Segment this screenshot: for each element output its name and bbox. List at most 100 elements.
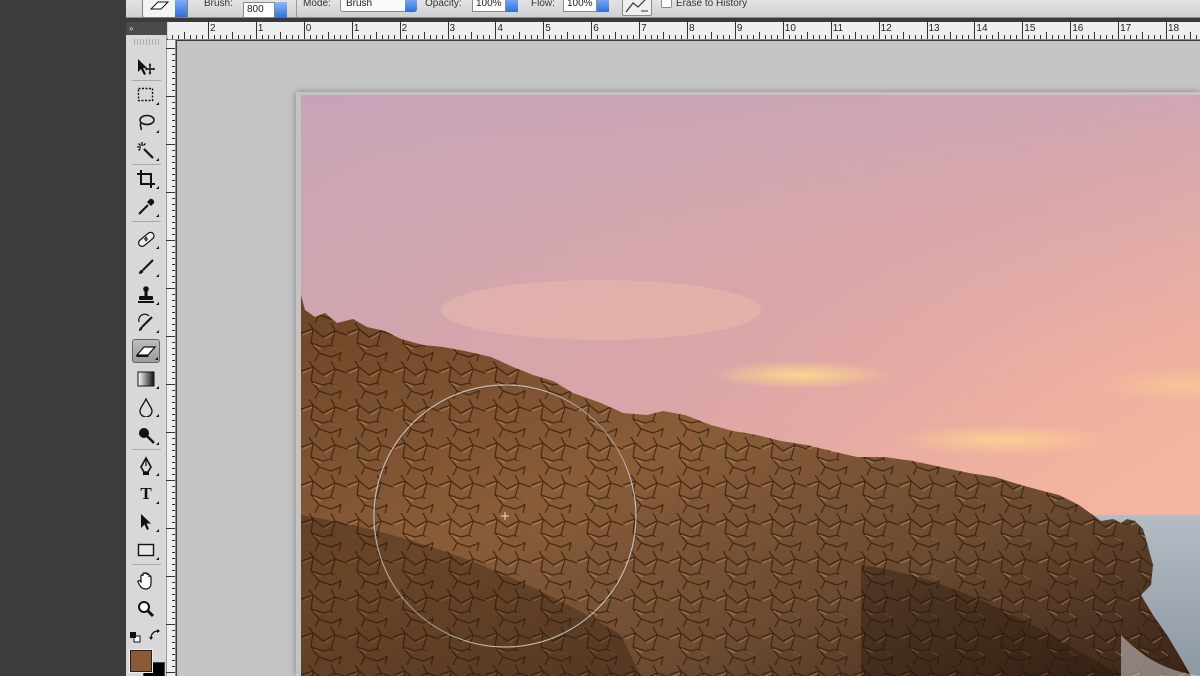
ruler-tick (172, 306, 175, 307)
ruler-tick (291, 35, 293, 39)
ruler-tick (208, 21, 209, 39)
ruler-tick (1177, 35, 1179, 39)
lasso-icon (139, 114, 155, 131)
eraser-tool[interactable] (132, 339, 160, 363)
brush-size-value: 800 (247, 4, 264, 15)
ruler-tick (172, 60, 175, 61)
toolbox-grip[interactable] (134, 39, 159, 45)
ruler-tick (172, 558, 175, 559)
ruler-tick (848, 35, 850, 39)
blur-tool[interactable] (132, 395, 160, 419)
ruler-tick (172, 174, 175, 175)
ruler-tick (639, 21, 641, 39)
brush-tool[interactable] (132, 255, 160, 279)
move-tool[interactable] (132, 55, 160, 79)
ruler-tick (172, 35, 174, 39)
ruler-tick (297, 35, 299, 39)
ruler-tick (231, 32, 233, 39)
erase-to-history-checkbox[interactable] (661, 0, 672, 8)
ruler-tick (788, 35, 790, 39)
ruler-tick (172, 570, 175, 571)
ruler-tick (752, 35, 754, 39)
ruler-tick (172, 114, 175, 115)
toolbox-header[interactable]: » (126, 22, 167, 35)
flyout-indicator-icon (156, 130, 159, 133)
dodge-tool[interactable] (132, 423, 160, 447)
ruler-tick (172, 666, 175, 667)
ruler-tick (405, 35, 407, 39)
hand-icon (137, 572, 152, 590)
ruler-tick (172, 648, 175, 649)
shape-tool[interactable] (132, 538, 160, 562)
ruler-tick (1082, 35, 1084, 39)
tool-preset-picker[interactable] (142, 0, 188, 18)
ruler-tick (956, 35, 958, 39)
ruler-label: 2 (401, 23, 408, 34)
pen-tool[interactable] (132, 454, 160, 478)
ruler-tick (764, 35, 766, 39)
foreground-color-swatch[interactable] (129, 649, 153, 673)
ruler-tick (938, 35, 940, 39)
vertical-ruler[interactable] (166, 40, 176, 676)
type-icon: T (140, 484, 152, 503)
ruler-tick (1195, 35, 1197, 39)
ruler-tick (1118, 21, 1120, 39)
ruler-tick (657, 35, 659, 39)
ruler-tick (1124, 35, 1126, 39)
default-colors-button[interactable] (129, 630, 141, 648)
ruler-tick (1058, 35, 1060, 39)
opacity-field[interactable]: 100% (472, 0, 518, 12)
brush-size-picker[interactable]: 800 (243, 2, 287, 18)
ruler-tick (423, 32, 425, 39)
ruler-tick (866, 35, 868, 39)
hand-tool[interactable] (132, 569, 160, 593)
zoom-tool[interactable] (132, 597, 160, 621)
healing-brush-tool[interactable] (132, 227, 160, 251)
magic-wand-tool[interactable] (132, 139, 160, 163)
opacity-value: 100% (476, 0, 502, 9)
airbrush-toggle[interactable] (622, 0, 652, 16)
flow-field[interactable]: 100% (563, 0, 609, 12)
ruler-tick (172, 222, 175, 223)
type-tool[interactable]: T (132, 482, 160, 506)
ruler-tick (172, 186, 175, 187)
ruler-tick (1064, 35, 1066, 39)
ruler-tick (722, 35, 724, 39)
path-selection-tool[interactable] (132, 510, 160, 534)
ruler-tick (172, 102, 175, 103)
ruler-tick (172, 450, 175, 451)
toolbox-panel: » T (126, 22, 167, 676)
chevron-down-icon (175, 0, 187, 17)
erase-to-history-label: Erase to History (676, 0, 748, 9)
ruler-tick (1136, 35, 1138, 39)
history-brush-tool[interactable] (132, 311, 160, 335)
marquee-tool[interactable] (132, 83, 160, 107)
clone-stamp-tool[interactable] (132, 283, 160, 307)
ruler-tick (172, 330, 175, 331)
photoshop-window: Brush: 800 Mode: Brush Opacity: 100% Flo… (0, 0, 1200, 676)
ruler-tick (968, 35, 970, 39)
ruler-tick (172, 540, 175, 541)
mode-select[interactable]: Brush (340, 0, 417, 12)
horizontal-ruler[interactable]: 2 1 0 1 2 3 4 5 6 7 8 9 10 11 12 13 14 15 16 17 18 (168, 21, 1200, 40)
ruler-tick (166, 384, 175, 385)
ruler-tick (172, 582, 175, 583)
eyedropper-tool[interactable] (132, 195, 160, 219)
ruler-tick (974, 21, 976, 39)
mode-label: Mode: (303, 0, 331, 9)
ruler-tick (172, 126, 175, 127)
document-canvas[interactable] (301, 95, 1200, 676)
ruler-tick (172, 546, 175, 547)
swap-colors-button[interactable] (148, 628, 162, 647)
gradient-icon (137, 371, 155, 387)
crop-tool[interactable] (132, 167, 160, 191)
ruler-tick (998, 32, 1000, 39)
ruler-tick (651, 35, 653, 39)
ruler-tick (872, 35, 874, 39)
ruler-tick (1034, 35, 1036, 39)
ruler-tick (1189, 32, 1191, 39)
ruler-tick (836, 35, 838, 39)
gradient-tool[interactable] (132, 367, 160, 391)
lasso-tool[interactable] (132, 111, 160, 135)
ruler-tick (172, 504, 175, 505)
